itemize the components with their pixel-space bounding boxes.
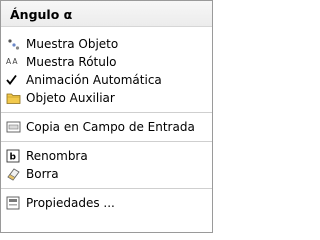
menu-item-label: Muestra Objeto [26, 37, 119, 51]
show-label-icon-text: AA [6, 57, 19, 66]
menu-separator [1, 112, 212, 113]
properties-icon [6, 196, 21, 210]
menu-item-label: Objeto Auxiliar [26, 91, 115, 105]
menu-separator [1, 188, 212, 189]
menu-item-label: Renombra [26, 149, 88, 163]
menu-item-show-label[interactable]: AA Muestra Rótulo [1, 53, 212, 71]
rename-icon: b [6, 149, 21, 163]
menu-item-auto-animation[interactable]: Animación Automática [1, 71, 212, 89]
copy-to-input-icon [6, 120, 21, 134]
menu-item-label: Animación Automática [26, 73, 162, 87]
menu-separator [1, 141, 212, 142]
menu-item-delete[interactable]: Borra [1, 165, 212, 183]
menu-item-rename[interactable]: b Renombra [1, 147, 212, 165]
menu-item-show-object[interactable]: Muestra Objeto [1, 35, 212, 53]
show-label-icon: AA [6, 55, 21, 69]
menu-item-label: Copia en Campo de Entrada [26, 120, 195, 134]
menu-item-label: Muestra Rótulo [26, 55, 117, 69]
eraser-icon [6, 167, 21, 181]
checkmark-icon [6, 73, 21, 87]
show-object-icon [6, 37, 21, 51]
menu-item-label: Borra [26, 167, 59, 181]
folder-icon [6, 91, 21, 105]
menu-item-auxiliary-object[interactable]: Objeto Auxiliar [1, 89, 212, 107]
menu-item-label: Propiedades ... [26, 196, 115, 210]
menu-item-properties[interactable]: Propiedades ... [1, 194, 212, 212]
svg-text:b: b [10, 153, 17, 163]
context-menu: Ángulo α Muestra Objeto AA Muestra Rótul… [0, 0, 213, 233]
menu-item-copy-to-input[interactable]: Copia en Campo de Entrada [1, 118, 212, 136]
menu-title: Ángulo α [1, 1, 212, 27]
